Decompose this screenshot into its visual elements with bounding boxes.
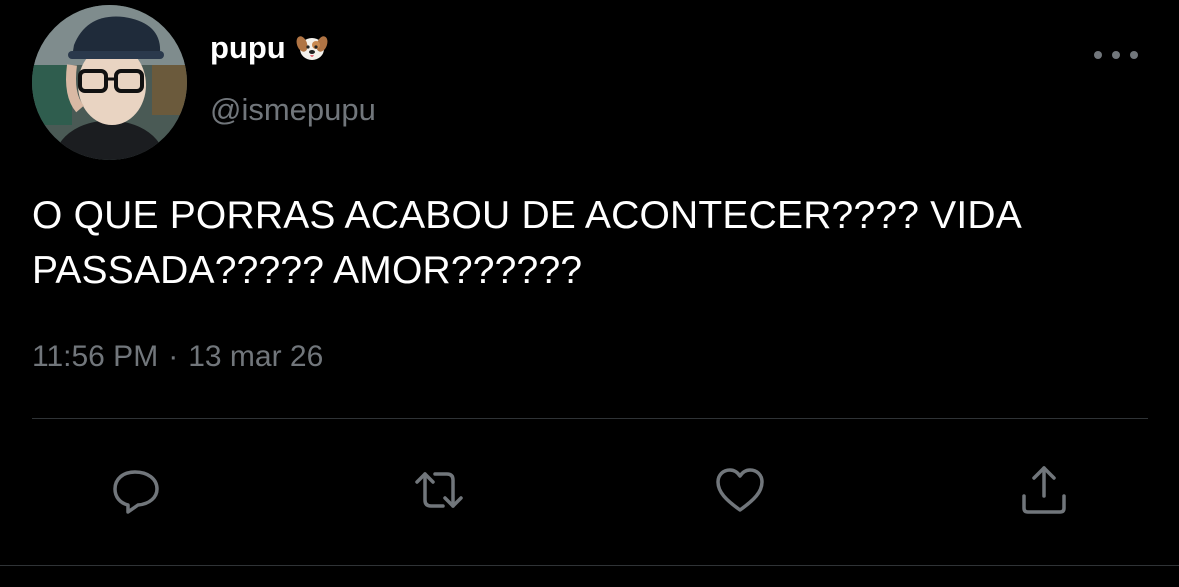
share-icon [1022,466,1066,514]
tweet-time: 11:56 PM [32,340,159,373]
divider [32,418,1148,419]
avatar-image [32,5,187,160]
author-display-name[interactable]: pupu [210,30,286,66]
action-bar [0,462,1179,518]
more-dot [1112,51,1120,59]
more-dot [1130,51,1138,59]
heart-icon [716,468,764,512]
like-button[interactable] [712,462,768,518]
share-button[interactable] [1016,462,1072,518]
avatar[interactable] [32,5,187,160]
reply-icon [113,470,159,514]
author-name-row[interactable]: pupu [210,28,328,68]
more-options-icon[interactable] [1094,44,1138,66]
tweet-timestamp[interactable]: 11:56 PM · 13 mar 26 [32,340,323,374]
retweet-button[interactable] [411,462,467,518]
tweet-date: 13 mar 26 [188,340,324,373]
more-dot [1094,51,1102,59]
reply-button[interactable] [107,462,163,518]
retweet-icon [415,472,463,508]
bottom-divider [0,565,1179,566]
timestamp-separator: · [168,340,179,373]
tweet-text: O QUE PORRAS ACABOU DE ACONTECER???? VID… [32,194,1020,292]
author-handle[interactable]: @ismepupu [210,92,376,128]
dog-face-emoji-icon [296,36,328,60]
